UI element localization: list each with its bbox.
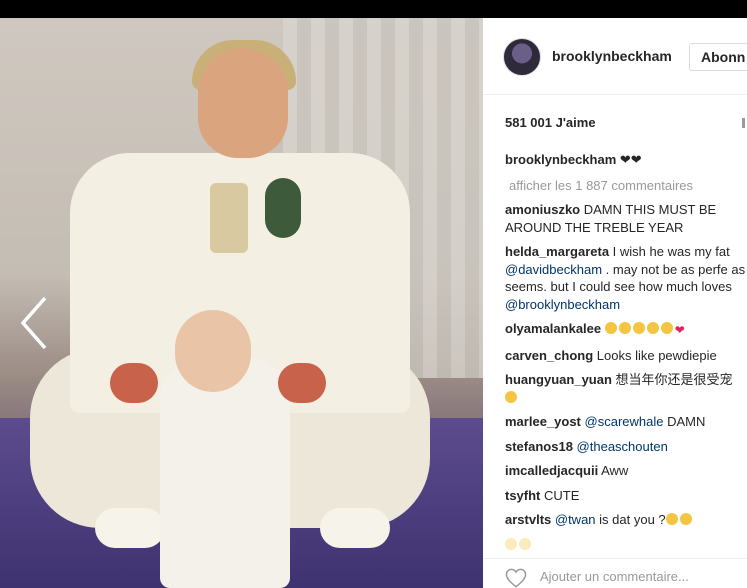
- comment-text: CUTE: [540, 487, 580, 503]
- comment-mention[interactable]: @theaschouten: [577, 439, 668, 454]
- add-comment-input[interactable]: Ajouter un commentaire...: [540, 569, 689, 584]
- view-all-comments-link[interactable]: afficher les 1 887 commentaires: [509, 178, 747, 193]
- comment-item-partial: [505, 536, 747, 554]
- comment-item: helda_margareta I wish he was my fat @da…: [505, 243, 747, 313]
- crying-laughing-emoji-icon: [505, 390, 517, 403]
- comment-item: stefanos18 @theaschouten: [505, 438, 747, 456]
- photo-hand-right: [278, 363, 326, 403]
- caption-username[interactable]: brooklynbeckham: [505, 152, 616, 167]
- laughing-emoji-icon: [604, 322, 617, 334]
- comment-item: imcalledjacquii Aww: [505, 462, 747, 480]
- comment-item: marlee_yost @scarewhale DAMN: [505, 413, 747, 431]
- comment-username[interactable]: amoniuszko: [505, 202, 580, 217]
- photo-man-head: [198, 48, 288, 158]
- comment-item: carven_chong Looks like pewdiepie: [505, 347, 747, 365]
- laughing-emoji-icon: [519, 537, 531, 550]
- photo-baby-head: [175, 310, 251, 392]
- photo-baby-body: [160, 358, 290, 588]
- chevron-left-icon[interactable]: [14, 288, 54, 358]
- laughing-emoji-icon: [618, 322, 631, 334]
- post-photo[interactable]: [0, 18, 483, 588]
- comment-text: Aww: [598, 463, 629, 478]
- post-sidebar: brooklynbeckham Abonn 581 001 J'aime bro…: [483, 18, 747, 588]
- comment-text: DAMN: [663, 414, 706, 429]
- flexed-arm-emoji-icon: [660, 322, 673, 334]
- comment-text: I wish he was my fat: [609, 244, 730, 259]
- heart-outline-icon[interactable]: [505, 568, 527, 588]
- comment-username[interactable]: arstvlts: [505, 512, 551, 527]
- comment-text: Looks like pewdiepie: [593, 347, 717, 363]
- laughing-emoji-icon: [665, 513, 678, 525]
- photo-shoe-right: [320, 508, 390, 548]
- comment-username[interactable]: helda_margareta: [505, 244, 609, 259]
- photo-boutonniere: [265, 178, 301, 238]
- comment-mention[interactable]: @davidbeckham: [505, 262, 602, 277]
- comment-item: amoniuszko DAMN THIS MUST BE AROUND THE …: [505, 201, 747, 236]
- likes-count[interactable]: 581 001 J'aime: [505, 115, 596, 130]
- comment-username[interactable]: olyamalankalee: [505, 321, 601, 336]
- comment-item: tsyfht CUTE: [505, 487, 747, 505]
- comment-item: olyamalankalee ❤: [505, 320, 747, 340]
- more-options-icon[interactable]: [742, 118, 745, 128]
- comment-username[interactable]: carven_chong: [505, 348, 593, 363]
- comment-text: is dat you ?: [595, 512, 666, 527]
- comment-mention[interactable]: @brooklynbeckham: [505, 297, 620, 312]
- comment-username[interactable]: stefanos18: [505, 439, 573, 454]
- laughing-emoji-icon: [646, 322, 659, 334]
- comment-mention[interactable]: @scarewhale: [585, 414, 664, 429]
- comment-item: huangyuan_yuan 想当年你还是很受宠: [505, 371, 747, 406]
- laughing-emoji-icon: [505, 537, 517, 550]
- top-bar: [0, 0, 747, 18]
- photo-shoe-left: [95, 508, 165, 548]
- comment-footer: Ajouter un commentaire...: [483, 558, 747, 588]
- laughing-emoji-icon: [632, 322, 645, 334]
- photo-tie: [210, 183, 248, 253]
- avatar[interactable]: [503, 38, 541, 76]
- follow-button[interactable]: Abonn: [689, 43, 747, 71]
- comments-list: brooklynbeckham ❤❤ afficher les 1 887 co…: [505, 152, 747, 560]
- laughing-emoji-icon: [679, 513, 692, 525]
- comment-item: arstvlts @twan is dat you ?: [505, 511, 747, 529]
- comment-username[interactable]: imcalledjacquii: [505, 463, 598, 478]
- post-header: brooklynbeckham Abonn: [483, 18, 747, 95]
- comment-text: 想当年你还是很受宠: [611, 372, 733, 387]
- comment-mention[interactable]: @twan: [555, 512, 596, 527]
- username-link[interactable]: brooklynbeckham: [552, 48, 672, 64]
- comment-username[interactable]: marlee_yost: [505, 414, 581, 429]
- photo-hand-left: [110, 363, 158, 403]
- post-caption: brooklynbeckham ❤❤: [505, 152, 747, 168]
- caption-text: ❤❤: [619, 152, 642, 167]
- comment-username[interactable]: tsyfht: [505, 488, 540, 503]
- comment-username[interactable]: huangyuan_yuan: [505, 372, 612, 387]
- heart-emoji-icon: ❤: [674, 323, 685, 337]
